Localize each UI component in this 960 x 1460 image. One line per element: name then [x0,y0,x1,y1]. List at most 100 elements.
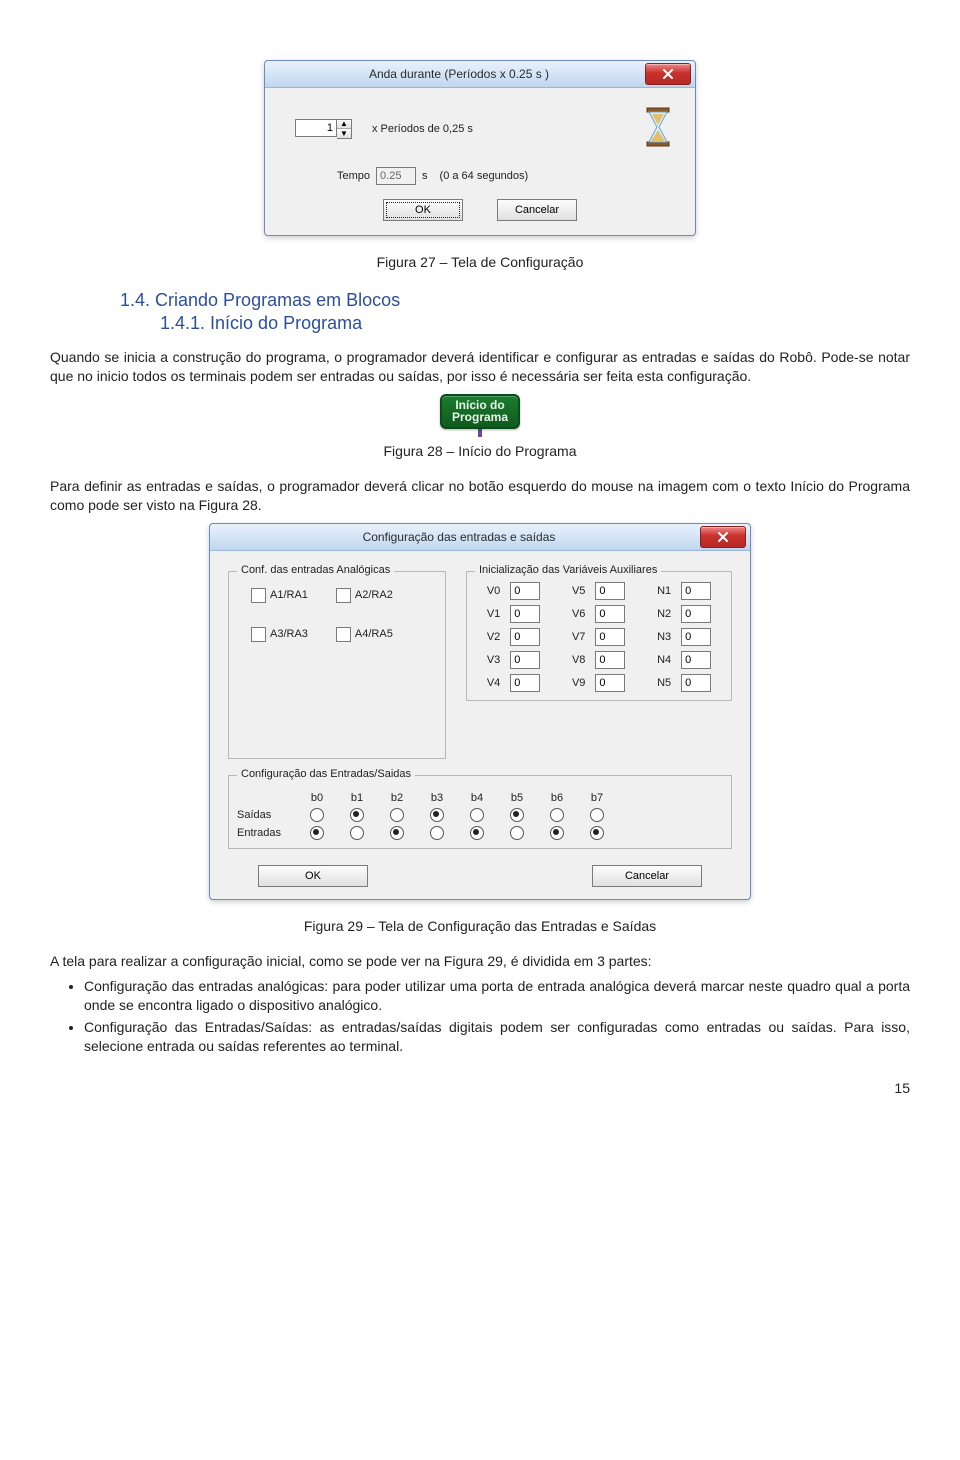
badge-line2: Programa [452,411,508,424]
var-label-n1: N1 [645,582,673,600]
spinner-buttons[interactable]: ▲ ▼ [337,119,352,139]
var-input-v1[interactable] [510,605,540,623]
group-vars-legend: Inicialização das Variáveis Auxiliares [475,564,661,576]
radio-saidas-b1[interactable] [350,808,364,822]
check-a1[interactable]: A1/RA1 [251,588,308,603]
checkbox-icon [251,588,266,603]
var-label-n2: N2 [645,605,673,623]
close-icon [717,532,729,542]
dialog-title: Anda durante (Períodos x 0.25 s ) [273,67,645,81]
var-label-v5: V5 [560,582,587,600]
var-input-v3[interactable] [510,651,540,669]
tempo-value [376,167,416,185]
hourglass-icon [643,106,673,148]
dialog-titlebar: Anda durante (Períodos x 0.25 s ) [265,61,695,88]
figure-27-caption: Figura 27 – Tela de Configuração [50,254,910,270]
io-grid: b0b1b2b3b4b5b6b7 Saídas Entradas [237,792,723,840]
page-number: 15 [50,1080,910,1096]
radio-entradas-b3[interactable] [430,826,444,840]
var-input-v9[interactable] [595,674,625,692]
check-a2[interactable]: A2/RA2 [336,588,393,603]
radio-saidas-b6[interactable] [550,808,564,822]
ok-button[interactable]: OK [383,199,463,221]
var-input-n1[interactable] [681,582,711,600]
radio-entradas-b7[interactable] [590,826,604,840]
checkbox-icon [336,627,351,642]
var-label-v2: V2 [475,628,502,646]
var-input-n3[interactable] [681,628,711,646]
var-label-v9: V9 [560,674,587,692]
var-label-v8: V8 [560,651,587,669]
spinner-down[interactable]: ▼ [337,129,351,138]
cancel-button-2[interactable]: Cancelar [592,865,702,887]
var-input-n2[interactable] [681,605,711,623]
io-col-b2: b2 [377,792,417,804]
spinner-up[interactable]: ▲ [337,120,351,129]
var-input-v6[interactable] [595,605,625,623]
close-icon [662,69,674,79]
dialog-config-io: Configuração das entradas e saídas Conf.… [209,523,751,900]
check-a4[interactable]: A4/RA5 [336,627,393,642]
radio-entradas-b5[interactable] [510,826,524,840]
bullet-list: Configuração das entradas analógicas: pa… [50,977,910,1057]
radio-saidas-b3[interactable] [430,808,444,822]
var-label-v3: V3 [475,651,502,669]
group-analog-legend: Conf. das entradas Analógicas [237,564,394,576]
inicio-programa-badge[interactable]: Início do Programa [440,394,520,429]
radio-saidas-b7[interactable] [590,808,604,822]
close-button-2[interactable] [700,526,746,548]
var-input-v2[interactable] [510,628,540,646]
radio-saidas-b4[interactable] [470,808,484,822]
paragraph-1: Quando se inicia a construção do program… [50,348,910,386]
var-input-v4[interactable] [510,674,540,692]
io-col-b3: b3 [417,792,457,804]
var-input-n4[interactable] [681,651,711,669]
radio-entradas-b6[interactable] [550,826,564,840]
group-vars: Inicialização das Variáveis Auxiliares V… [466,571,732,701]
period-spinner[interactable]: ▲ ▼ [295,119,352,139]
cancel-button[interactable]: Cancelar [497,199,577,221]
var-input-v7[interactable] [595,628,625,646]
var-label-v1: V1 [475,605,502,623]
period-label: x Períodos de 0,25 s [372,123,473,135]
group-io: Configuração das Entradas/Saidas b0b1b2b… [228,775,732,849]
var-input-v5[interactable] [595,582,625,600]
var-input-v8[interactable] [595,651,625,669]
io-col-b5: b5 [497,792,537,804]
checkbox-icon [251,627,266,642]
bullet-1: Configuração das entradas analógicas: pa… [84,977,910,1015]
var-input-n5[interactable] [681,674,711,692]
heading-1-4-1: 1.4.1. Início do Programa [160,313,910,334]
badge-connector [478,429,482,437]
tempo-hint: (0 a 64 segundos) [440,170,529,182]
var-input-v0[interactable] [510,582,540,600]
radio-entradas-b1[interactable] [350,826,364,840]
period-value[interactable] [295,119,337,137]
io-col-b1: b1 [337,792,377,804]
dialog2-titlebar: Configuração das entradas e saídas [210,524,750,551]
io-col-b0: b0 [297,792,337,804]
tempo-label: Tempo [337,170,370,182]
radio-saidas-b2[interactable] [390,808,404,822]
heading-1-4: 1.4. Criando Programas em Blocos [120,290,910,311]
tempo-unit: s [422,170,428,182]
checkbox-icon [336,588,351,603]
radio-saidas-b0[interactable] [310,808,324,822]
io-col-b4: b4 [457,792,497,804]
figure-28-caption: Figura 28 – Início do Programa [50,443,910,459]
io-row-label-entradas: Entradas [237,826,297,840]
close-button[interactable] [645,63,691,85]
ok-button-2[interactable]: OK [258,865,368,887]
radio-entradas-b4[interactable] [470,826,484,840]
io-col-b6: b6 [537,792,577,804]
radio-entradas-b2[interactable] [390,826,404,840]
paragraph-2: Para definir as entradas e saídas, o pro… [50,477,910,515]
radio-saidas-b5[interactable] [510,808,524,822]
check-a3[interactable]: A3/RA3 [251,627,308,642]
var-label-n5: N5 [645,674,673,692]
io-row-label-saidas: Saídas [237,808,297,822]
var-grid: V0V5N1V1V6N2V2V7N3V3V8N4V4V9N5 [475,582,723,692]
var-label-v6: V6 [560,605,587,623]
radio-entradas-b0[interactable] [310,826,324,840]
io-col-b7: b7 [577,792,617,804]
